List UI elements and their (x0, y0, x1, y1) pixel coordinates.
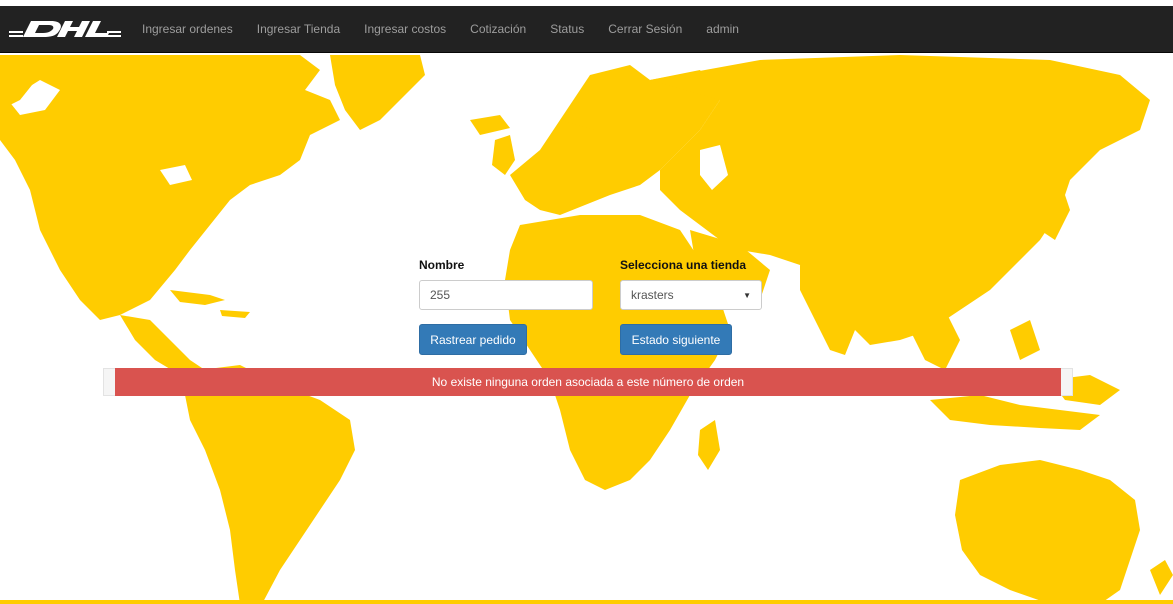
page: Ingresar ordenes Ingresar Tienda Ingresa… (0, 0, 1173, 604)
dhl-logo[interactable] (0, 6, 130, 53)
nav-status[interactable]: Status (538, 6, 596, 53)
error-alert: No existe ninguna orden asociada a este … (115, 368, 1061, 396)
nav-ingresar-tienda[interactable]: Ingresar Tienda (245, 6, 352, 53)
nombre-label: Nombre (419, 258, 465, 272)
estado-siguiente-button[interactable]: Estado siguiente (620, 324, 732, 355)
nav-cerrar-sesion[interactable]: Cerrar Sesión (596, 6, 694, 53)
rastrear-pedido-button[interactable]: Rastrear pedido (419, 324, 527, 355)
tienda-field-group: Selecciona una tienda krasters ▼ (620, 258, 762, 310)
navbar: Ingresar ordenes Ingresar Tienda Ingresa… (0, 6, 1173, 53)
tienda-label: Selecciona una tienda (620, 258, 747, 272)
nombre-input[interactable] (419, 280, 593, 310)
chevron-down-icon: ▼ (743, 290, 751, 300)
nav-ingresar-costos[interactable]: Ingresar costos (352, 6, 458, 53)
tienda-select[interactable]: krasters ▼ (620, 280, 762, 310)
tienda-selected-value: krasters (631, 288, 674, 302)
nav-cotizacion[interactable]: Cotización (458, 6, 538, 53)
nav-links: Ingresar ordenes Ingresar Tienda Ingresa… (130, 6, 751, 53)
nombre-field-group: Nombre (419, 258, 593, 310)
nav-admin[interactable]: admin (694, 6, 751, 53)
nav-ingresar-ordenes[interactable]: Ingresar ordenes (130, 6, 245, 53)
dhl-logo-icon (9, 21, 121, 37)
